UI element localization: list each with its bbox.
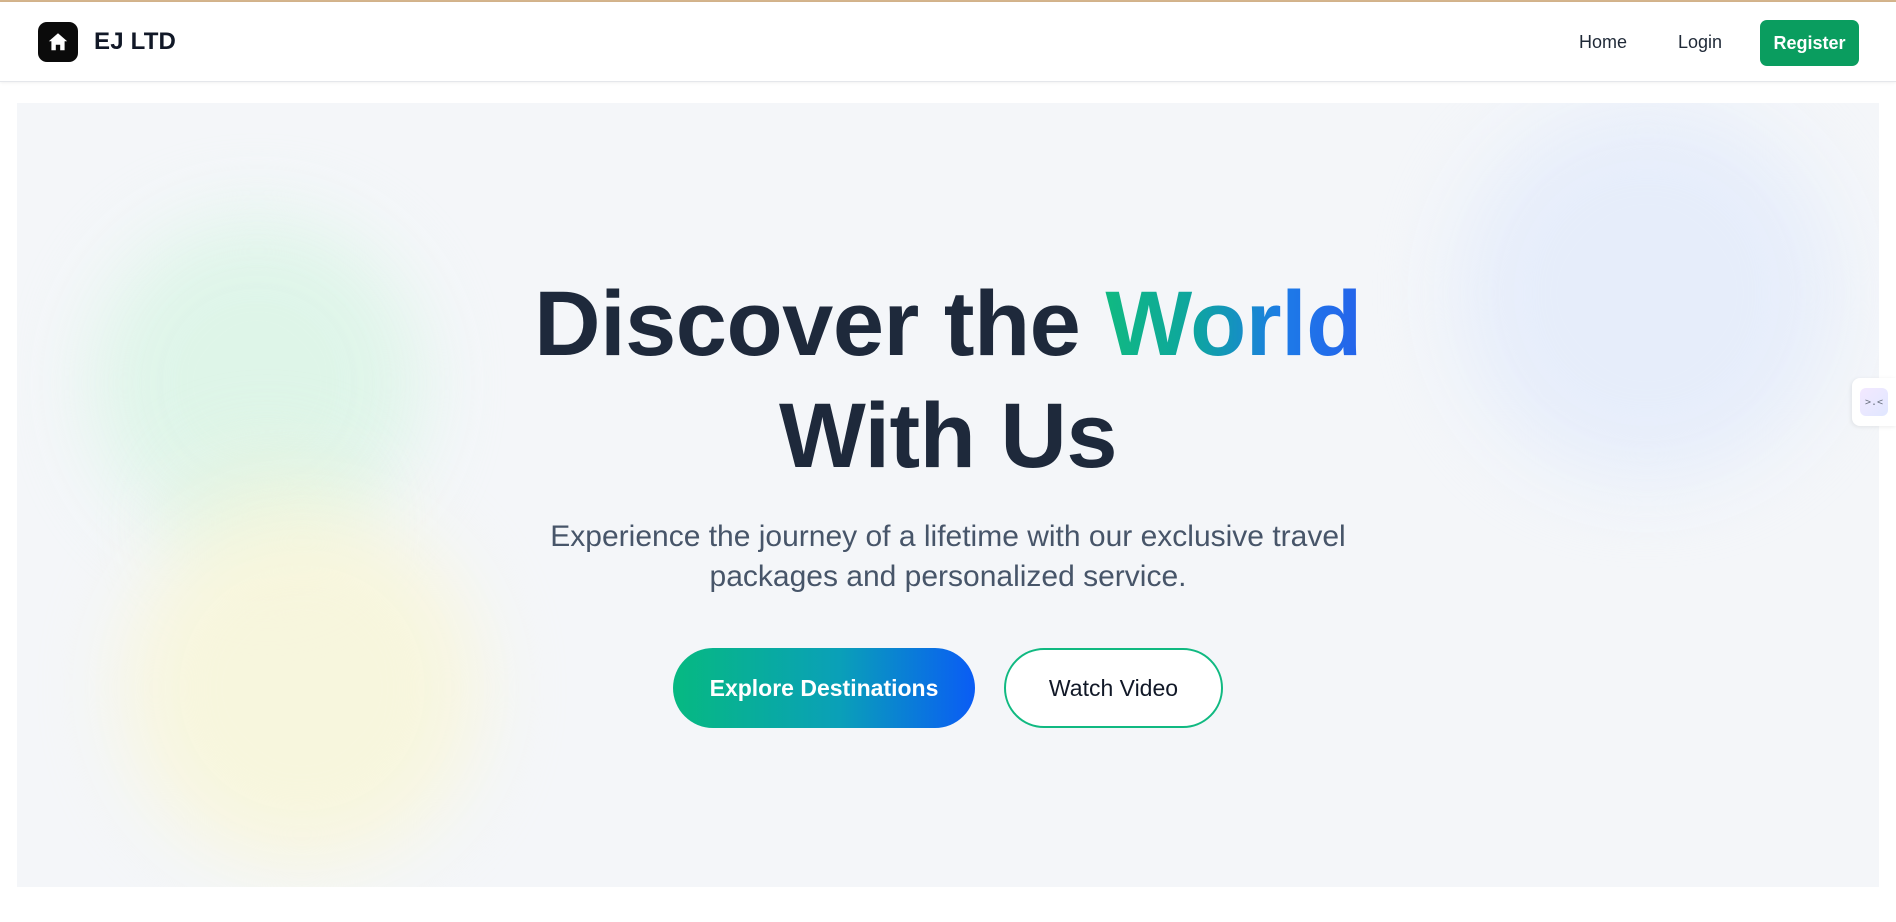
nav-home-link[interactable]: Home — [1579, 28, 1627, 56]
side-floating-widget[interactable]: >.< — [1852, 378, 1896, 426]
hero-title-part2: With Us — [778, 385, 1118, 487]
register-button[interactable]: Register — [1760, 20, 1859, 66]
brand-logo-link[interactable]: EJ LTD — [38, 22, 176, 62]
hero-title-part1: Discover the — [534, 273, 1106, 375]
watch-video-button[interactable]: Watch Video — [1004, 648, 1223, 728]
hero-subtitle: Experience the journey of a lifetime wit… — [550, 520, 1346, 593]
explore-destinations-button[interactable]: Explore Destinations — [673, 648, 975, 728]
brand-name: EJ LTD — [94, 28, 177, 55]
hero-section: Discover the World With Us Experience th… — [17, 103, 1879, 887]
hero-title: Discover the World With Us — [17, 268, 1879, 492]
widget-face-icon: >.< — [1860, 388, 1888, 416]
nav-login-link[interactable]: Login — [1678, 28, 1722, 56]
home-icon — [38, 22, 78, 62]
hero-title-accent: World — [1105, 273, 1362, 375]
navbar: EJ LTD Home Login Register — [0, 2, 1896, 82]
decorative-blob-yellow — [122, 508, 482, 868]
